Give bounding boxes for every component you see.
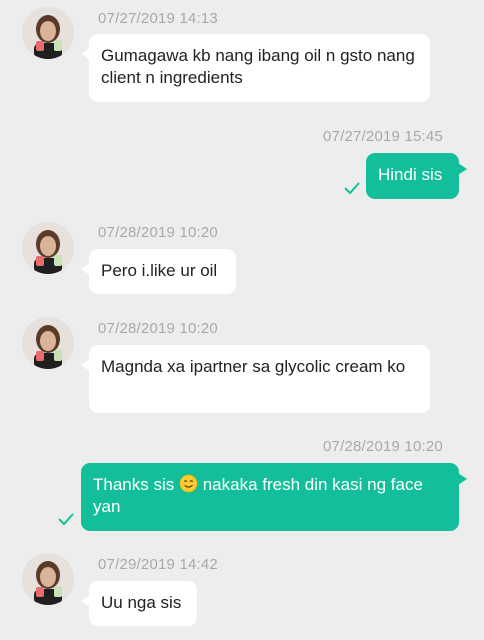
avatar[interactable] [22, 222, 74, 274]
message-timestamp: 07/28/2019 10:20 [98, 224, 218, 241]
outgoing-message-bubble[interactable]: Thanks sis nakaka fresh din kasi ng face… [81, 463, 467, 531]
outgoing-message-bubble[interactable]: Hindi sis [366, 153, 467, 199]
incoming-message-bubble[interactable]: Pero i.like ur oil [81, 249, 236, 294]
message-timestamp: 07/27/2019 15:45 [323, 128, 443, 145]
message-text: Pero i.like ur oil [101, 261, 218, 280]
avatar[interactable] [22, 317, 74, 369]
message-timestamp: 07/29/2019 14:42 [98, 556, 218, 573]
avatar[interactable] [22, 553, 74, 605]
message-text: Gumagawa kb nang ibang oil n gsto nang c… [101, 46, 415, 87]
message-timestamp: 07/27/2019 14:13 [98, 10, 218, 27]
message-timestamp: 07/28/2019 10:20 [98, 320, 218, 337]
check-icon [344, 182, 360, 195]
avatar[interactable] [22, 7, 74, 59]
message-text: Magnda xa ipartner sa glycolic cream ko [101, 357, 406, 376]
incoming-message-bubble[interactable]: Gumagawa kb nang ibang oil n gsto nang c… [81, 34, 430, 102]
message-timestamp: 07/28/2019 10:20 [323, 438, 443, 455]
check-icon [58, 513, 74, 526]
incoming-message-bubble[interactable]: Uu nga sis [81, 581, 197, 626]
message-text: Hindi sis [378, 165, 443, 184]
smiling-face-emoji-icon [179, 474, 198, 493]
message-text: Uu nga sis [101, 593, 182, 612]
message-text-start: Thanks sis [93, 475, 175, 494]
incoming-message-bubble[interactable]: Magnda xa ipartner sa glycolic cream ko [81, 345, 430, 413]
